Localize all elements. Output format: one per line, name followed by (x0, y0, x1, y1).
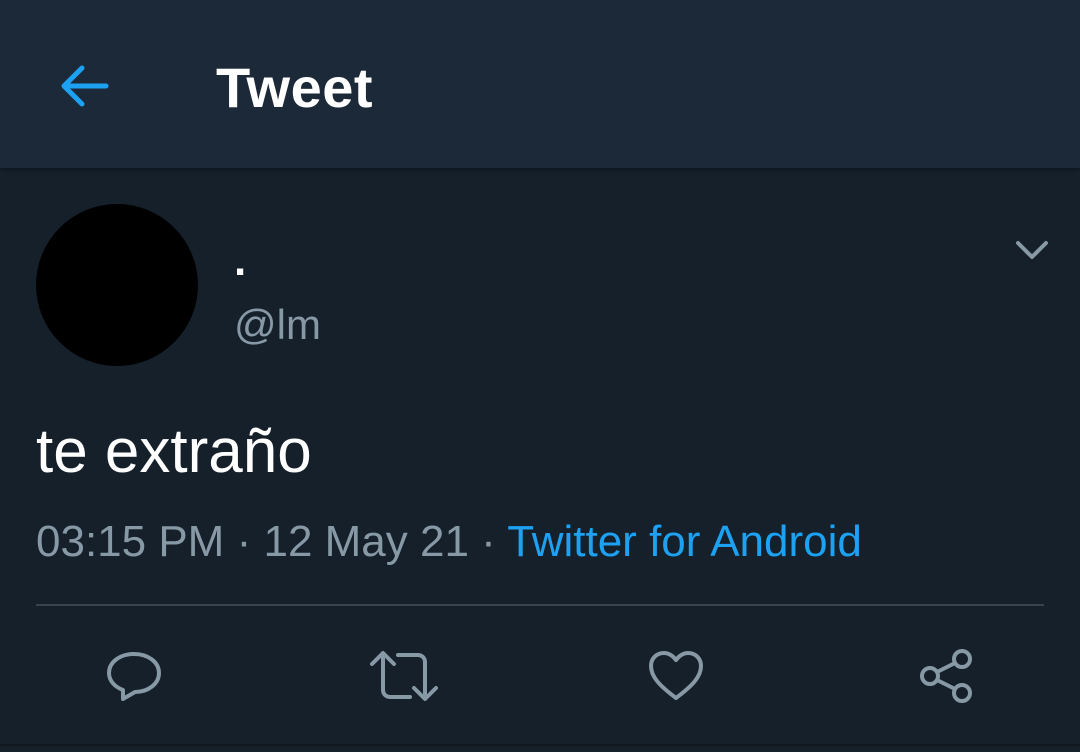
like-button[interactable] (636, 636, 716, 716)
tweet-source-link[interactable]: Twitter for Android (507, 517, 862, 566)
page-title: Tweet (216, 56, 374, 119)
reply-button[interactable] (94, 636, 174, 716)
like-icon (649, 651, 703, 700)
user-handle[interactable]: @lm (234, 300, 321, 350)
bottom-divider (0, 744, 1080, 746)
avatar[interactable] (36, 204, 198, 366)
meta-separator: · (236, 517, 252, 566)
tweet-meta: 03:15 PM · 12 May 21 · Twitter for Andro… (36, 514, 862, 570)
tweet-text: te extraño (36, 417, 312, 486)
chevron-down-icon (1016, 241, 1048, 259)
divider (36, 604, 1044, 606)
tweet-time: 03:15 PM (36, 517, 225, 566)
retweet-button[interactable] (364, 636, 444, 716)
tweet-menu-button[interactable] (1010, 232, 1054, 268)
display-name[interactable]: . (234, 236, 246, 286)
reply-icon (107, 652, 161, 701)
action-bar (0, 636, 1080, 716)
retweet-icon (370, 651, 438, 701)
share-button[interactable] (906, 636, 986, 716)
tweet-date: 12 May 21 (263, 517, 469, 566)
meta-separator: · (481, 517, 496, 566)
back-button[interactable] (52, 54, 116, 118)
arrow-left-icon (61, 65, 109, 107)
share-icon (920, 649, 972, 703)
top-bar: Tweet (0, 0, 1080, 168)
